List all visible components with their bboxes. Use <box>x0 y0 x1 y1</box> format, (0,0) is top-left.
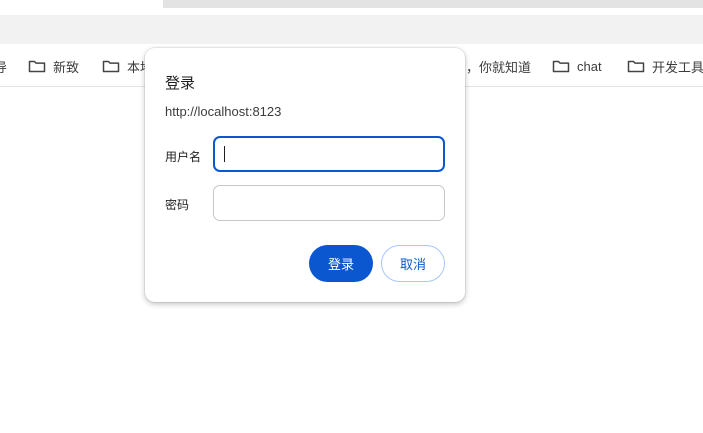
password-label: 密码 <box>165 198 190 212</box>
cancel-button[interactable]: 取消 <box>381 245 445 282</box>
dialog-title: 登录 <box>165 75 196 92</box>
folder-icon <box>627 60 645 73</box>
bookmark-edge-fragment: 导 <box>0 60 8 75</box>
tab-bar-background <box>163 0 703 8</box>
username-input[interactable] <box>213 136 445 172</box>
browser-window: 导 新致 本地 ，你就知道 chat 开发工具 登录 http://localh… <box>0 0 703 433</box>
bookmark-label: ，你就知道 <box>466 59 532 75</box>
auth-dialog: 登录 http://localhost:8123 用户名 密码 登录 取消 <box>145 48 465 302</box>
bookmark-label: 开发工具 <box>652 59 703 75</box>
text-caret <box>224 146 225 162</box>
bookmark-folder-devtools[interactable]: 开发工具 <box>627 57 703 75</box>
password-input[interactable] <box>213 185 445 221</box>
browser-toolbar <box>0 15 703 44</box>
username-label: 用户名 <box>165 150 202 164</box>
folder-icon <box>552 60 570 73</box>
bookmark-folder-xinzhi[interactable]: 新致 <box>28 57 79 75</box>
bookmark-you-know[interactable]: ，你就知道 <box>466 57 531 75</box>
tab-strip <box>0 0 703 10</box>
login-button[interactable]: 登录 <box>309 245 373 282</box>
bookmark-folder-chat[interactable]: chat <box>552 57 602 75</box>
folder-icon <box>28 60 46 73</box>
bookmark-label: chat <box>577 58 602 74</box>
bookmark-label: 新致 <box>53 59 80 75</box>
folder-icon <box>102 60 120 73</box>
dialog-origin-url: http://localhost:8123 <box>165 104 282 119</box>
